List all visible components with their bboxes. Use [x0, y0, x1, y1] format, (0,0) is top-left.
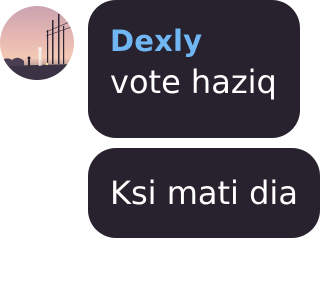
sender-name[interactable]: Dexly	[110, 24, 300, 58]
chat-thread: Dexly vote haziq Ksi mati dia	[0, 0, 320, 292]
message-text: vote haziq	[110, 63, 277, 101]
avatar[interactable]	[0, 6, 74, 80]
message-bubble[interactable]: Ksi mati dia	[88, 148, 320, 238]
avatar-photo-icon	[0, 6, 74, 80]
message-bubble[interactable]: Dexly vote haziq	[88, 0, 300, 138]
message-text: Ksi mati dia	[110, 174, 298, 212]
